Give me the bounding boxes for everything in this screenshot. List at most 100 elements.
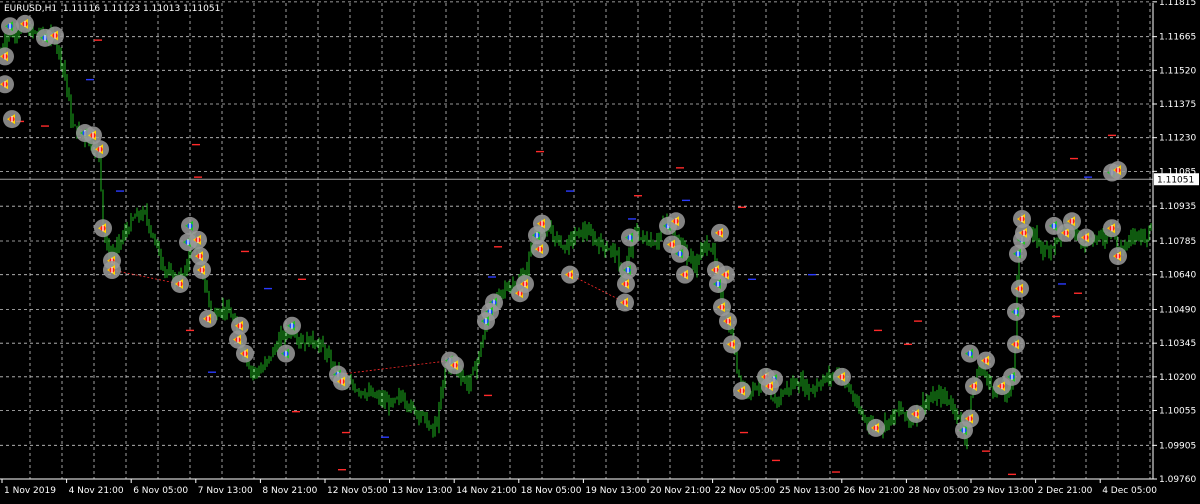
trade-marker[interactable] (199, 309, 217, 328)
marker-tick (9, 23, 11, 30)
trade-marker[interactable] (16, 14, 34, 33)
marker-tick (721, 304, 723, 311)
trade-marker[interactable] (446, 356, 464, 375)
trade-marker[interactable] (103, 261, 121, 280)
trade-marker[interactable] (561, 265, 579, 284)
x-tick-label: 28 Nov 05:00 (908, 486, 969, 496)
marker-tick (569, 271, 571, 278)
trade-marker[interactable] (46, 26, 64, 45)
x-tick-label: 4 Dec 05:00 (1102, 486, 1157, 496)
trade-marker[interactable] (1007, 335, 1025, 354)
trade-marker[interactable] (667, 212, 685, 231)
chart-canvas[interactable]: 1.11815 1.11665 1.11520 1.11375 1.11230 1.110… (0, 0, 1200, 500)
trade-marker[interactable] (0, 47, 14, 66)
marker-tick (539, 246, 541, 253)
price-axis[interactable]: 1.11815 1.11665 1.11520 1.11375 1.11230 1.110… (1153, 0, 1199, 485)
y-tick-label: 1.10490 (1159, 305, 1196, 315)
trade-marker[interactable] (723, 335, 741, 354)
marker-tick (285, 350, 287, 357)
trade-marker[interactable] (516, 274, 534, 293)
trade-marker[interactable] (1103, 219, 1121, 238)
grid-lines (0, 1, 1153, 480)
marker-tick (671, 241, 673, 248)
trade-marker[interactable] (333, 372, 351, 391)
trade-marker[interactable] (676, 265, 694, 284)
x-tick-label: 6 Nov 05:00 (133, 486, 188, 496)
trade-marker[interactable] (1063, 212, 1081, 231)
trade-marker[interactable] (621, 228, 639, 247)
x-tick-label: 29 Nov 13:00 (973, 486, 1034, 496)
marker-tick (985, 357, 987, 364)
trade-marker[interactable] (1013, 209, 1031, 228)
trade-marker[interactable] (965, 377, 983, 396)
marker-tick (1111, 225, 1113, 232)
y-tick-label: 1.10345 (1159, 339, 1196, 349)
marker-tick (187, 239, 189, 246)
marker-tick (973, 383, 975, 390)
marker-tick (524, 280, 526, 287)
trade-connection-line (337, 360, 451, 375)
y-tick-label: 1.09905 (1159, 441, 1196, 451)
trade-marker[interactable] (91, 140, 109, 159)
trade-marker[interactable] (277, 344, 295, 363)
marker-tick (536, 232, 538, 239)
marker-tick (624, 299, 626, 306)
y-tick-label: 1.10055 (1159, 407, 1196, 417)
y-tick-label: 1.09760 (1159, 475, 1196, 485)
trade-marker[interactable] (531, 240, 549, 259)
trade-marker[interactable] (961, 344, 979, 363)
trade-marker[interactable] (94, 219, 112, 238)
marker-tick (92, 132, 94, 139)
trade-marker[interactable] (3, 110, 21, 129)
trade-marker[interactable] (1011, 279, 1029, 298)
trade-marker[interactable] (477, 312, 495, 331)
marker-tick (875, 424, 877, 431)
trade-marker[interactable] (236, 344, 254, 363)
trade-marker[interactable] (907, 404, 925, 423)
marker-tick (629, 234, 631, 241)
trade-marker[interactable] (1109, 161, 1127, 180)
trade-marker[interactable] (1109, 247, 1127, 266)
trade-marker[interactable] (833, 367, 851, 386)
x-tick-label: 13 Nov 13:00 (392, 486, 453, 496)
trade-marker[interactable] (171, 274, 189, 293)
x-tick-label: 19 Nov 13:00 (585, 486, 646, 496)
trade-connection-line (111, 269, 181, 285)
trade-connection-line (569, 274, 626, 303)
trade-marker[interactable] (189, 230, 207, 249)
x-tick-label: 12 Nov 05:00 (327, 486, 388, 496)
trade-marker[interactable] (977, 351, 995, 370)
trade-marker[interactable] (1, 17, 19, 36)
trade-marker[interactable] (761, 377, 779, 396)
time-axis[interactable]: 1 Nov 2019 4 Nov 21:00 6 Nov 05:00 7 Nov 13… (1, 479, 1157, 496)
y-tick-label: 1.11230 (1159, 134, 1196, 144)
marker-tick (741, 387, 743, 394)
trade-marker[interactable] (1003, 367, 1021, 386)
x-tick-label: 20 Nov 21:00 (650, 486, 711, 496)
trade-marker[interactable] (1077, 228, 1095, 247)
y-tick-label: 1.11815 (1159, 0, 1196, 8)
trade-marker[interactable] (616, 293, 634, 312)
trade-marker[interactable] (533, 214, 551, 233)
marker-tick (189, 222, 191, 229)
marker-tick (111, 267, 113, 274)
trade-marker[interactable] (1007, 302, 1025, 321)
trade-marker[interactable] (711, 223, 729, 242)
trade-marker[interactable] (709, 274, 727, 293)
trade-marker[interactable] (961, 409, 979, 428)
y-tick-label: 1.11520 (1159, 66, 1196, 76)
y-tick-label: 1.10935 (1159, 202, 1196, 212)
marker-tick (199, 253, 201, 260)
marker-tick (1011, 373, 1013, 380)
price-chart[interactable]: 1.11815 1.11665 1.11520 1.11375 1.11230 1.110… (0, 0, 1200, 500)
trade-marker[interactable] (0, 75, 14, 94)
trade-marker[interactable] (617, 274, 635, 293)
trade-marker[interactable] (867, 418, 885, 437)
trade-marker[interactable] (193, 261, 211, 280)
trade-marker[interactable] (671, 244, 689, 263)
trade-marker[interactable] (719, 312, 737, 331)
trade-marker[interactable] (283, 316, 301, 335)
marker-tick (769, 383, 771, 390)
trade-marker[interactable] (733, 381, 751, 400)
x-tick-label: 1 Nov 2019 (4, 486, 56, 496)
